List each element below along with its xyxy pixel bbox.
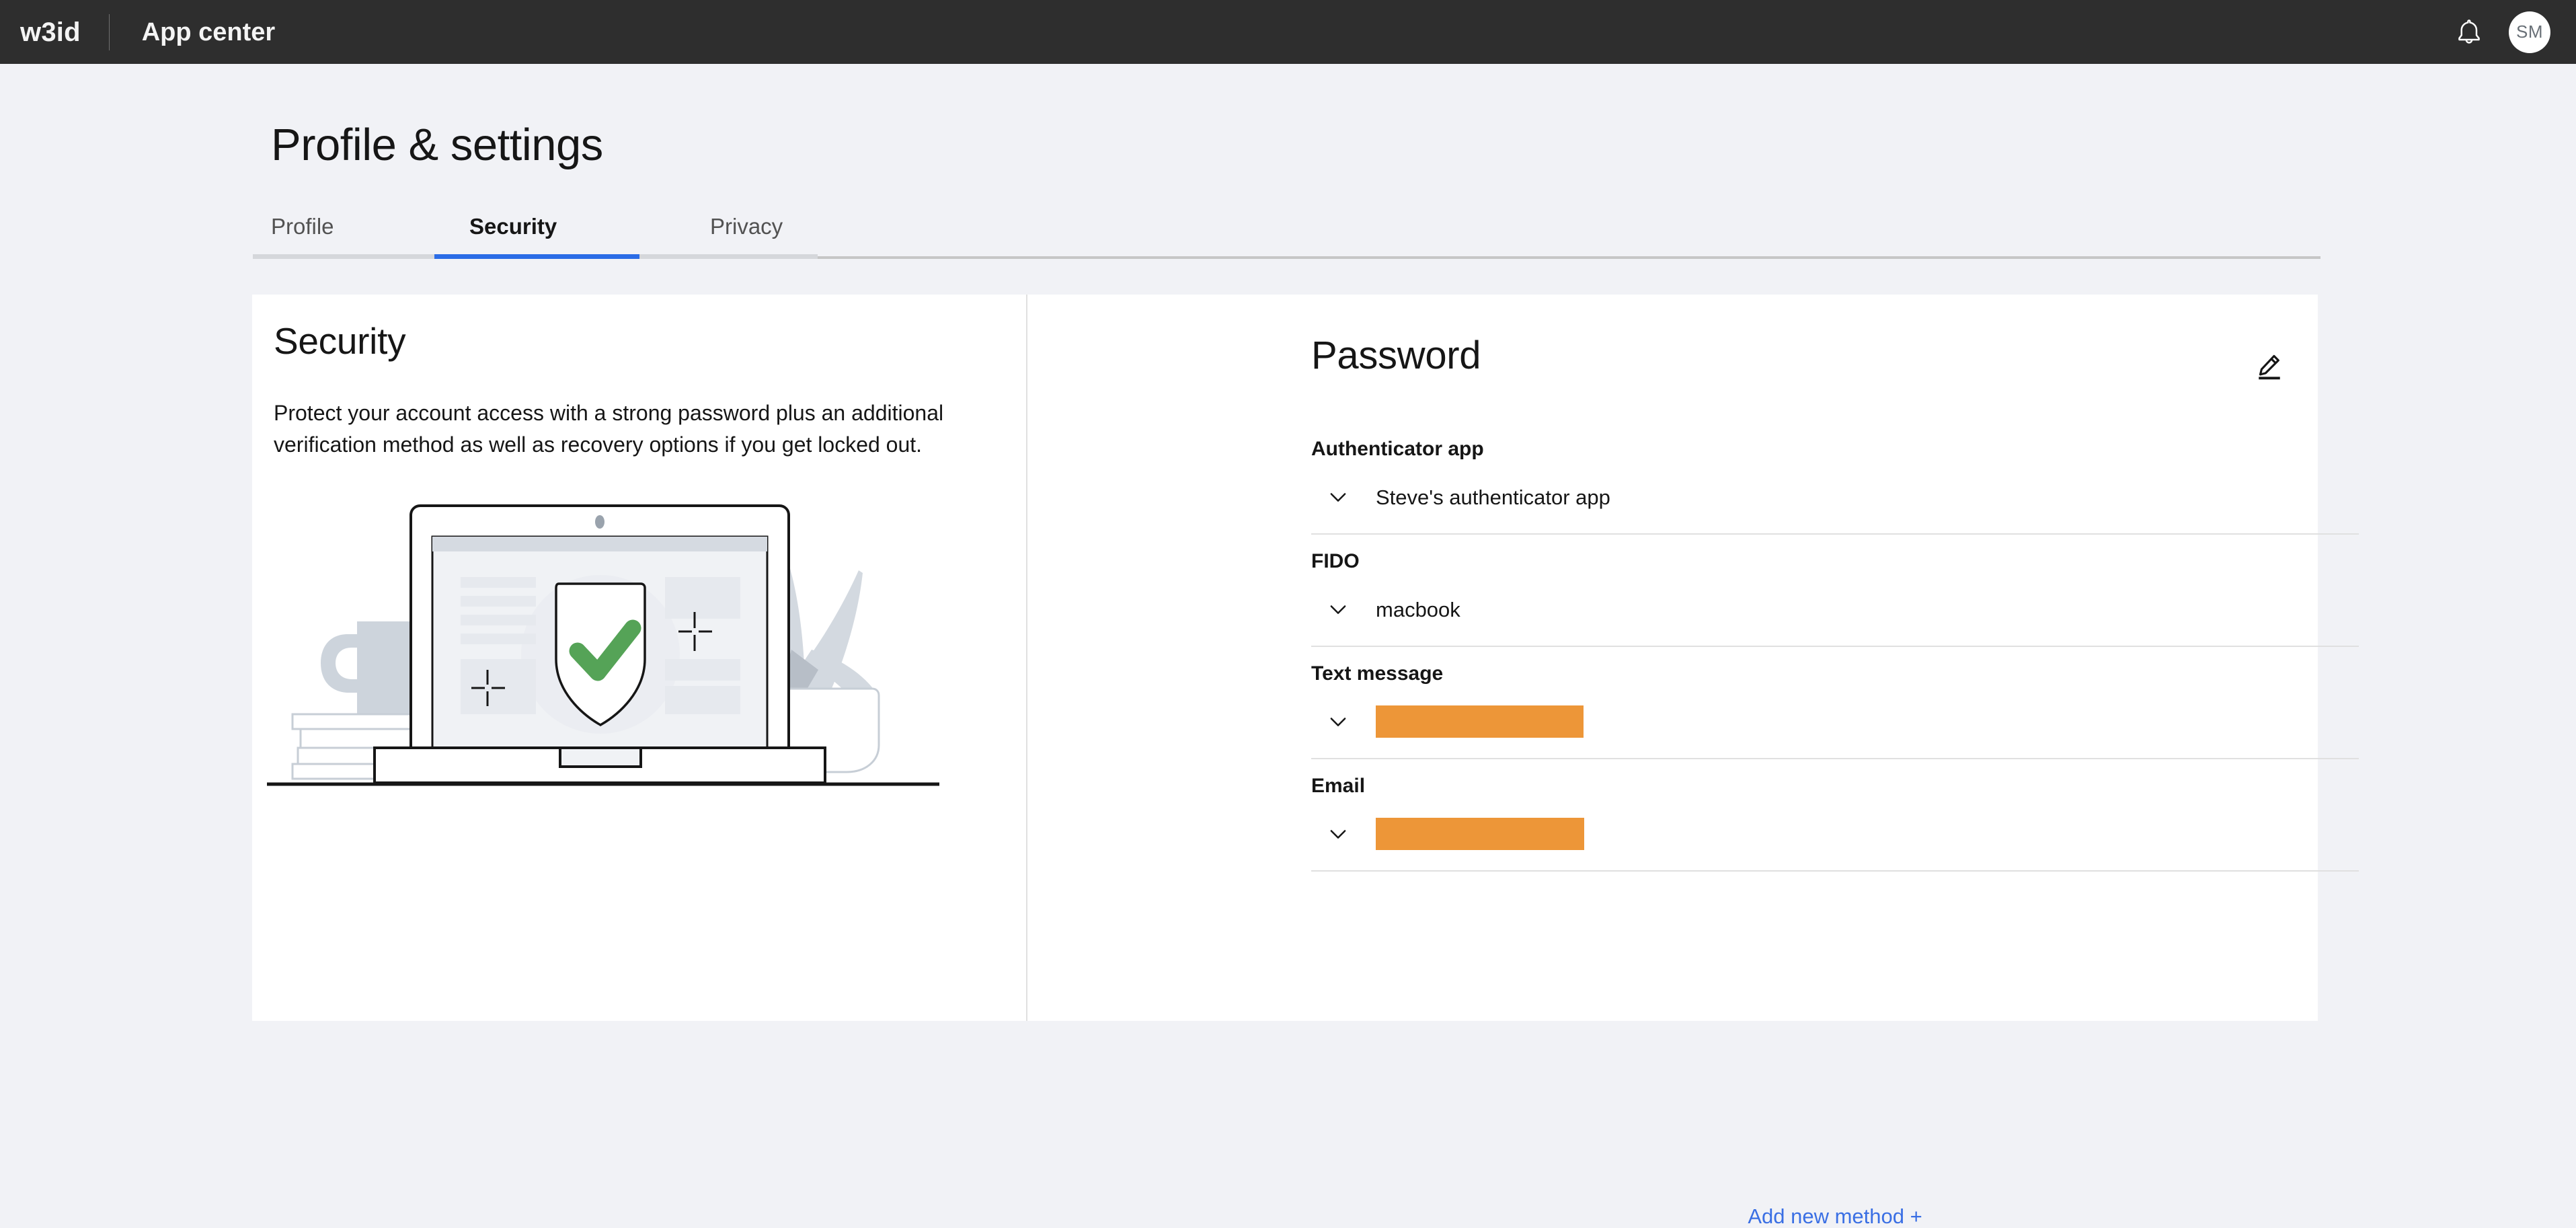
top-navigation-bar: w3id App center SM (0, 0, 2576, 64)
chevron-down-glyph (1330, 605, 1346, 614)
tab-bar: Profile Security Privacy (253, 215, 2320, 262)
method-item-authenticator-app: Authenticator app Steve's authenticator … (1311, 422, 2359, 535)
brand-logo-w3id[interactable]: w3id (20, 19, 81, 46)
chevron-down-glyph (1330, 830, 1346, 839)
method-row[interactable]: Steve's authenticator app (1311, 459, 2359, 529)
verification-methods-list: Authenticator app Steve's authenticator … (1311, 422, 2359, 872)
tab-security[interactable]: Security (469, 215, 557, 258)
tab-privacy[interactable]: Privacy (710, 215, 783, 258)
method-label: FIDO (1311, 550, 1360, 572)
method-label: Authenticator app (1311, 438, 1484, 460)
edit-pencil-icon (2259, 354, 2280, 380)
chevron-down-glyph (1330, 493, 1346, 502)
method-item-fido: FIDO macbook (1311, 535, 2359, 647)
page-title: Profile & settings (271, 120, 603, 170)
method-label: Text message (1311, 662, 1444, 685)
method-row[interactable]: macbook (1311, 572, 2359, 642)
chevron-down-icon[interactable] (1321, 816, 1356, 851)
chevron-down-icon[interactable] (1321, 479, 1356, 514)
bell-icon (2458, 19, 2480, 44)
method-row[interactable] (1311, 796, 2359, 866)
nav-divider (108, 13, 110, 50)
password-pane: Password Authenticator app Steve's authe… (1027, 295, 2359, 1227)
edit-password-button[interactable] (2246, 343, 2293, 390)
add-method-container: Add new method + (1311, 1206, 2359, 1227)
chevron-down-icon[interactable] (1321, 704, 1356, 739)
method-value: macbook (1376, 597, 1460, 621)
chevron-down-glyph (1330, 718, 1346, 726)
notifications-button[interactable] (2444, 7, 2494, 57)
user-avatar[interactable]: SM (2509, 11, 2550, 53)
method-row[interactable] (1311, 684, 2359, 754)
security-description: Protect your account access with a stron… (274, 401, 944, 457)
add-new-method-link[interactable]: Add new method + (1748, 1206, 1922, 1227)
settings-card: Security Protect your account access wit… (252, 295, 2359, 1227)
redacted-value-bar (1376, 818, 1584, 850)
chevron-down-icon[interactable] (1321, 592, 1356, 627)
nav-right-group: SM (2444, 7, 2550, 57)
security-info-pane: Security Protect your account access wit… (252, 295, 1026, 1021)
method-item-email: Email (1311, 759, 2359, 872)
laptop-shield-checkmark-illustration (267, 504, 939, 786)
method-item-text-message: Text message (1311, 647, 2359, 759)
password-heading: Password (1311, 334, 1481, 377)
security-heading: Security (274, 320, 406, 362)
tab-profile[interactable]: Profile (271, 215, 334, 258)
nav-link-app-center[interactable]: App center (142, 20, 275, 45)
redacted-value-bar (1376, 705, 1584, 738)
method-label: Email (1311, 775, 1366, 797)
method-value: Steve's authenticator app (1376, 485, 1610, 509)
